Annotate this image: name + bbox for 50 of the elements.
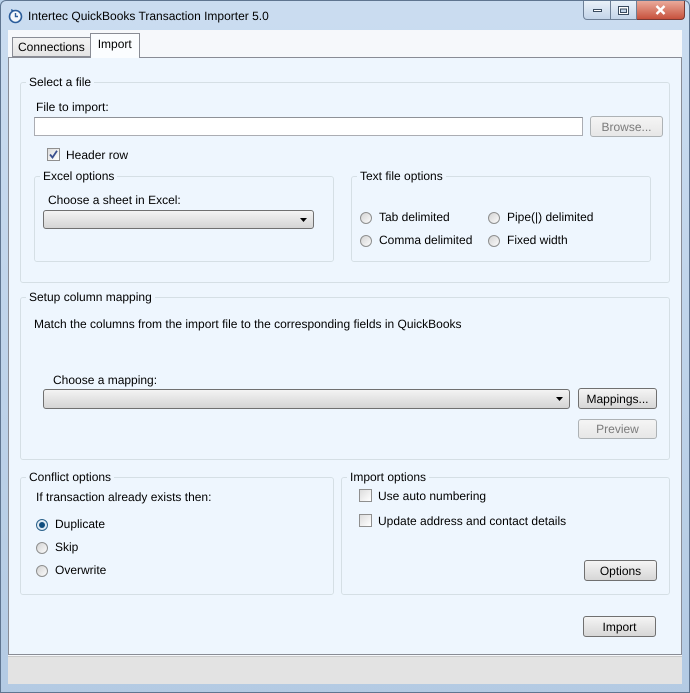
close-button[interactable] [637,1,685,20]
minimize-icon [592,8,602,12]
radio-button[interactable] [360,212,372,224]
tab[interactable]: Connections [12,37,90,57]
description-text: Match the columns from the import file to the corresponding fields in QuickBooks [34,317,463,331]
close-icon [655,5,666,15]
checkbox-label: Use auto numbering [378,488,486,502]
checkbox[interactable] [47,148,60,161]
checkmark-icon [49,150,58,159]
radio-button[interactable] [360,234,372,246]
group-title: Import options [349,470,428,484]
group-title: Select a file [28,75,92,89]
radio-button[interactable] [488,234,500,246]
group-title: Excel options [42,169,116,183]
tab[interactable]: Import [90,33,140,58]
checkbox-label: Header row [66,148,128,162]
minimize-button[interactable] [583,1,611,20]
checkbox-label: Update address and contact details [378,514,566,528]
radio-button[interactable] [36,542,48,554]
dropdown[interactable] [43,210,314,229]
field-label: File to import: [36,100,110,115]
radio-label: Overwrite [55,563,106,578]
caret-icon [300,218,307,222]
field-label: Choose a sheet in Excel: [48,193,182,207]
group-title: Setup column mapping [28,290,153,304]
radio-label: Comma delimited [379,233,472,248]
import-button[interactable]: Import [583,616,656,637]
radio-label: Tab delimited [379,210,450,225]
field-label: Choose a mapping: [53,373,158,387]
radio-button[interactable] [36,564,48,576]
clock-icon [8,8,23,24]
radio-label: Skip [55,540,78,555]
window-title: Intertec QuickBooks Transaction Importer 5.0 [28,9,269,24]
options-button[interactable]: Options [584,560,657,581]
radio-label: Fixed width [507,233,568,248]
caret-icon [556,397,563,401]
maximize-icon [618,6,629,14]
checkbox[interactable] [359,514,372,527]
dropdown[interactable] [43,389,570,409]
group-title: Conflict options [28,470,112,484]
prompt-text: If transaction already exists then: [36,490,212,504]
radio-label: Duplicate [55,517,106,532]
maximize-button[interactable] [611,1,637,20]
group-title: Text file options [359,169,444,183]
radio-button[interactable] [36,518,48,530]
checkbox[interactable] [359,489,372,502]
file-input-field[interactable] [34,117,583,136]
radio-label: Pipe(|) delimited [507,210,594,225]
mappings-button[interactable]: Mappings... [578,388,657,409]
radio-button[interactable] [488,212,500,224]
